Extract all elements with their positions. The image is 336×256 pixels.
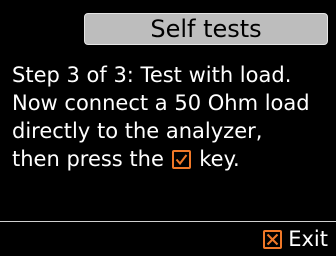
- instruction-text: Step 3 of 3: Test with load. Now connect…: [12, 61, 330, 173]
- instruction-line-3: directly to the analyzer,: [12, 119, 263, 143]
- exit-button[interactable]: Exit: [263, 227, 328, 251]
- instruction-line-4-before: then press the: [12, 147, 171, 171]
- check-icon: [171, 150, 191, 169]
- self-test-screen: Self tests Step 3 of 3: Test with load. …: [0, 0, 336, 256]
- instruction-line-4-after: key.: [192, 147, 240, 171]
- page-title: Self tests: [84, 13, 328, 45]
- instruction-line-4: then press the key.: [12, 145, 330, 173]
- instruction-line-1: Step 3 of 3: Test with load.: [12, 63, 292, 87]
- footer-divider: [0, 221, 336, 222]
- x-icon: [263, 229, 283, 249]
- exit-label: Exit: [288, 227, 328, 251]
- instruction-line-2: Now connect a 50 Ohm load: [12, 91, 310, 115]
